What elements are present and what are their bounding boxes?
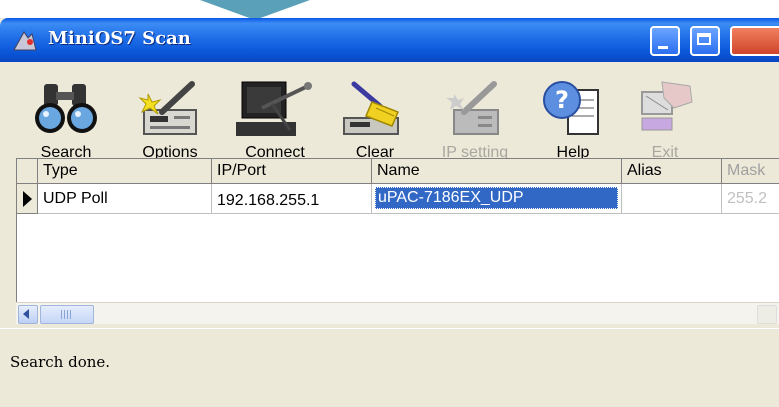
status-bar: Search done. bbox=[0, 328, 779, 390]
column-header-ipport[interactable]: IP/Port bbox=[212, 159, 372, 184]
minimize-button[interactable] bbox=[650, 26, 680, 56]
grip-icon bbox=[61, 310, 73, 319]
connect-button[interactable]: Connect bbox=[232, 78, 318, 162]
search-button[interactable]: Search bbox=[26, 78, 106, 162]
row-indicator-header bbox=[17, 159, 38, 184]
options-button[interactable]: Options bbox=[130, 78, 210, 162]
column-header-name[interactable]: Name bbox=[372, 159, 622, 184]
help-button[interactable]: ? Help bbox=[540, 78, 606, 162]
arrow-left-icon bbox=[23, 309, 29, 319]
options-icon bbox=[138, 81, 197, 135]
column-header-type[interactable]: Type bbox=[38, 159, 212, 184]
exit-icon bbox=[641, 81, 693, 131]
app-icon bbox=[13, 31, 37, 51]
exit-button[interactable]: Exit bbox=[628, 78, 702, 162]
scroll-thumb[interactable] bbox=[40, 305, 94, 324]
cell-name-value: uPAC-7186EX_UDP bbox=[375, 187, 618, 209]
maximize-button[interactable] bbox=[690, 26, 720, 56]
minimize-icon bbox=[658, 46, 668, 49]
maximize-icon bbox=[697, 33, 711, 45]
callout-arrow bbox=[200, 0, 310, 20]
help-icon: ? bbox=[543, 81, 599, 135]
close-button[interactable] bbox=[730, 26, 779, 56]
device-grid[interactable]: Type IP/Port Name Alias Mask UDP Poll 19… bbox=[16, 158, 779, 324]
binoculars-icon bbox=[35, 84, 97, 133]
cell-name[interactable]: uPAC-7186EX_UDP bbox=[372, 184, 622, 214]
status-text: Search done. bbox=[10, 353, 111, 371]
cell-ip[interactable]: 192.168.255.1 bbox=[212, 184, 372, 214]
column-header-mask[interactable]: Mask bbox=[722, 159, 779, 184]
ip-setting-button[interactable]: IP setting bbox=[430, 78, 520, 162]
cell-alias[interactable] bbox=[622, 184, 722, 214]
cell-type[interactable]: UDP Poll bbox=[38, 184, 212, 214]
ip-setting-icon bbox=[446, 81, 499, 135]
scroll-right-button[interactable] bbox=[757, 305, 777, 324]
window-title: MiniOS7 Scan bbox=[48, 28, 191, 49]
scroll-left-button[interactable] bbox=[18, 305, 38, 324]
row-indicator[interactable] bbox=[17, 184, 38, 214]
clear-button[interactable]: Clear bbox=[340, 78, 410, 162]
computer-connect-icon bbox=[236, 81, 312, 136]
title-bar[interactable]: MiniOS7 Scan bbox=[0, 18, 779, 62]
column-header-alias[interactable]: Alias bbox=[622, 159, 722, 184]
cell-mask[interactable]: 255.2 bbox=[722, 184, 779, 214]
horizontal-scrollbar[interactable] bbox=[16, 302, 779, 324]
svg-text:?: ? bbox=[555, 86, 569, 114]
current-row-icon bbox=[23, 191, 32, 207]
broom-icon bbox=[343, 81, 399, 135]
